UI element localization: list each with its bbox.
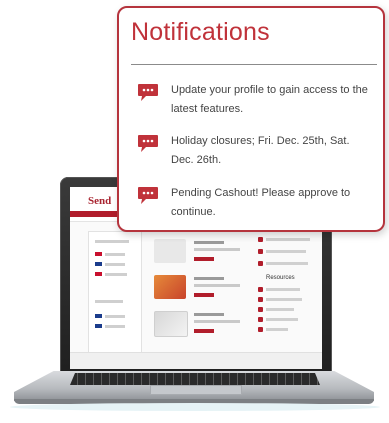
mini-sidebar-row (105, 325, 125, 328)
chat-bubble-icon (138, 84, 158, 101)
laptop-trackpad (150, 385, 242, 395)
mini-sidebar-row (105, 273, 127, 276)
mini-sidebar-row (95, 240, 129, 243)
resource-icon (258, 317, 263, 322)
mini-notification-row (266, 250, 306, 253)
mini-card-label (194, 248, 240, 251)
resource-icon (258, 307, 263, 312)
mini-resource-row (266, 328, 288, 331)
chat-bubble-icon (258, 261, 263, 266)
mini-card-label (194, 284, 240, 287)
bank-icon (154, 239, 186, 263)
flag-icon (95, 252, 102, 256)
mini-notification-row (266, 262, 308, 265)
mini-resource-row (266, 288, 300, 291)
notifications-divider (131, 64, 377, 65)
mini-sidebar-row (95, 300, 123, 303)
chat-bubble-icon (258, 249, 263, 254)
mini-resource-row (266, 298, 302, 301)
mini-sidebar-row (105, 315, 125, 318)
mini-card-label (194, 277, 224, 280)
mini-card-button (194, 329, 214, 333)
mini-site-logo: Send (88, 195, 112, 207)
notifications-title: Notifications (131, 18, 270, 46)
laptop-shadow (10, 403, 380, 411)
mini-card-label (194, 320, 240, 323)
mini-resource-row (266, 308, 294, 311)
mini-sidebar-row (105, 253, 125, 256)
notifications-panel: Notifications Update your profile to gai… (117, 6, 385, 232)
mini-notification-row (266, 238, 310, 241)
mini-sidebar-row (105, 263, 125, 266)
mini-card-button (194, 293, 214, 297)
mini-resources-title: Resources (266, 275, 295, 281)
notification-text: Holiday closures; Fri. Dec. 25th, Sat. D… (171, 135, 350, 166)
mini-sidebar (88, 231, 142, 353)
laptop-keyboard (70, 373, 320, 385)
resource-icon (258, 297, 263, 302)
chat-bubble-icon (138, 135, 158, 152)
mini-resource-row (266, 318, 298, 321)
resource-icon (258, 287, 263, 292)
phone-icon (258, 327, 263, 332)
chat-bubble-icon (258, 237, 263, 242)
flag-icon (95, 262, 102, 266)
flag-icon (95, 324, 102, 328)
chat-bubble-icon (138, 187, 158, 204)
mini-card-label (194, 241, 224, 244)
mini-card-button (194, 257, 214, 261)
notification-text: Pending Cashout! Please approve to conti… (171, 187, 351, 218)
mini-card-label (194, 313, 224, 316)
mini-site-footer (70, 352, 322, 369)
deposit-icon (154, 311, 188, 337)
flag-icon (95, 272, 102, 276)
card-icon (154, 275, 186, 299)
notification-text: Update your profile to gain access to th… (171, 84, 368, 115)
flag-icon (95, 314, 102, 318)
